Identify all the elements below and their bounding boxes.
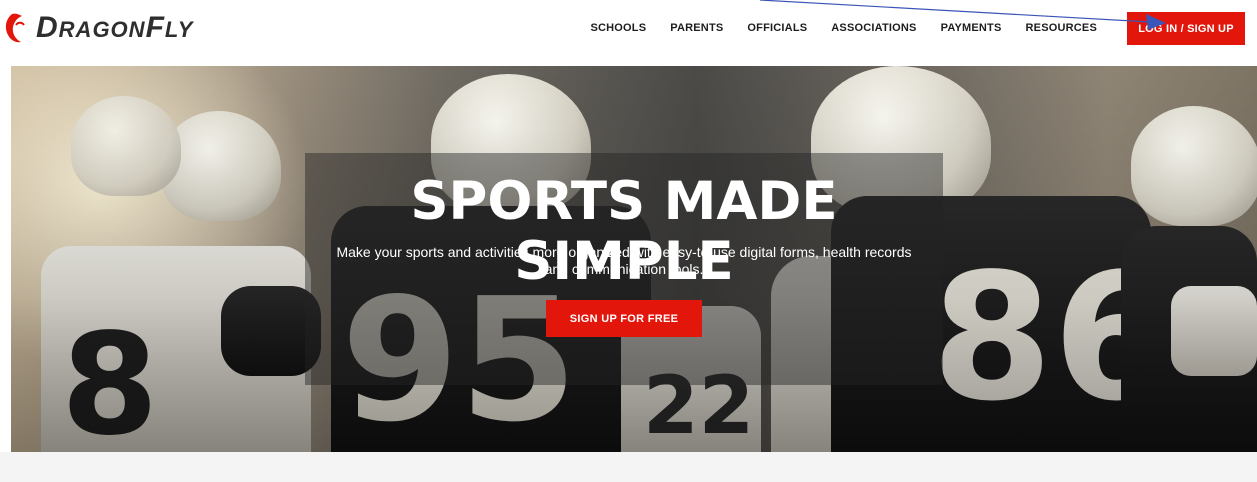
main-nav: SCHOOLS PARENTS OFFICIALS ASSOCIATIONS P… xyxy=(590,22,1097,34)
sign-up-free-button[interactable]: SIGN UP FOR FREE xyxy=(546,300,702,337)
dragonfly-logo[interactable]: DRAGONFLY xyxy=(2,8,193,48)
login-signup-button[interactable]: LOG IN / SIGN UP xyxy=(1127,12,1245,45)
nav-associations[interactable]: ASSOCIATIONS xyxy=(831,22,916,34)
nav-schools[interactable]: SCHOOLS xyxy=(590,22,646,34)
logo-wordmark: DRAGONFLY xyxy=(36,11,194,44)
dragonfly-logo-icon xyxy=(5,13,25,43)
site-header: DRAGONFLY SCHOOLS PARENTS OFFICIALS ASSO… xyxy=(0,0,1257,60)
nav-resources[interactable]: RESOURCES xyxy=(1026,22,1097,34)
nav-parents[interactable]: PARENTS xyxy=(670,22,723,34)
nav-officials[interactable]: OFFICIALS xyxy=(747,22,807,34)
section-divider xyxy=(0,452,1257,482)
nav-payments[interactable]: PAYMENTS xyxy=(941,22,1002,34)
hero-subtitle: Make your sports and activities more org… xyxy=(336,244,912,277)
